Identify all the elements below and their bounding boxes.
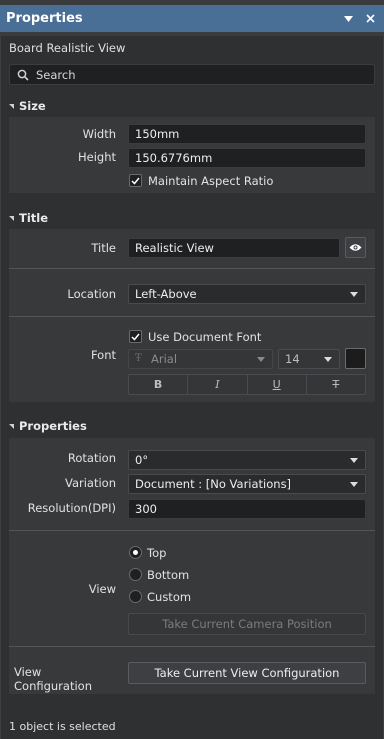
- rotation-dropdown[interactable]: 0°: [128, 450, 366, 470]
- font-label: Font: [90, 348, 116, 362]
- radio-selected-dot: [133, 550, 138, 555]
- collapse-triangle-icon: [9, 103, 14, 109]
- font-color-swatch[interactable]: [345, 348, 366, 369]
- view-configuration-label: View Configuration: [14, 665, 92, 693]
- object-type-label: Board Realistic View: [9, 41, 126, 55]
- location-label: Location: [67, 287, 116, 301]
- width-field[interactable]: 150mm: [128, 124, 366, 144]
- rotation-label: Rotation: [67, 451, 116, 465]
- chevron-down-icon: [257, 357, 265, 362]
- panel-title: Properties: [6, 11, 83, 26]
- take-view-configuration-button[interactable]: Take Current View Configuration: [128, 662, 366, 684]
- divider: [9, 268, 375, 269]
- take-camera-position-button[interactable]: Take Current Camera Position: [128, 613, 366, 635]
- close-icon[interactable]: [362, 11, 378, 27]
- size-section-label: Size: [19, 99, 46, 113]
- height-label: Height: [77, 150, 116, 164]
- width-label: Width: [82, 127, 116, 141]
- view-top-radio[interactable]: [129, 546, 142, 559]
- chevron-down-icon: [324, 357, 332, 362]
- variation-label: Variation: [64, 476, 116, 490]
- rotation-value: 0°: [135, 453, 149, 467]
- divider: [9, 530, 375, 531]
- panel-titlebar: Properties: [0, 0, 384, 36]
- divider: [9, 316, 375, 317]
- title-visibility-button[interactable]: [345, 237, 366, 258]
- view-bottom-label: Bottom: [147, 568, 190, 582]
- height-field[interactable]: 150.6776mm: [128, 148, 366, 168]
- variation-value: Document : [No Variations]: [135, 477, 292, 491]
- eye-icon: [349, 244, 362, 251]
- font-family-value: Arial: [151, 352, 178, 366]
- resolution-label: Resolution(DPI): [27, 501, 116, 515]
- search-icon: [17, 69, 29, 81]
- collapse-triangle-icon: [9, 423, 14, 429]
- title-label: Title: [91, 241, 116, 255]
- selection-status: 1 object is selected: [9, 720, 116, 733]
- use-document-font-label: Use Document Font: [148, 330, 262, 344]
- chevron-down-icon: [350, 292, 358, 297]
- title-section-label: Title: [19, 211, 49, 225]
- font-type-icon: Ŧ: [135, 353, 142, 364]
- font-style-toolbar: B I U T: [128, 374, 366, 395]
- strikethrough-button[interactable]: T: [307, 375, 365, 394]
- use-document-font-checkbox[interactable]: [129, 330, 142, 343]
- chevron-down-icon: [350, 458, 358, 463]
- title-field[interactable]: Realistic View: [128, 238, 340, 258]
- underline-button[interactable]: U: [248, 375, 307, 394]
- view-custom-label: Custom: [147, 590, 192, 604]
- italic-button[interactable]: I: [188, 375, 248, 394]
- view-top-label: Top: [147, 546, 167, 560]
- view-bottom-radio[interactable]: [129, 568, 142, 581]
- properties-section-header[interactable]: Properties: [9, 419, 87, 433]
- font-family-dropdown[interactable]: Ŧ Arial: [128, 349, 273, 369]
- panel-title-strip: Properties: [0, 5, 384, 32]
- font-size-value: 14: [285, 352, 300, 366]
- panel-menu-icon[interactable]: [340, 11, 356, 27]
- variation-dropdown[interactable]: Document : [No Variations]: [128, 474, 366, 494]
- properties-section-label: Properties: [19, 419, 87, 433]
- location-dropdown[interactable]: Left-Above: [128, 284, 366, 304]
- search-input[interactable]: [36, 67, 356, 82]
- title-section-header[interactable]: Title: [9, 211, 48, 225]
- search-box[interactable]: [9, 64, 375, 85]
- collapse-triangle-icon: [9, 215, 14, 221]
- bold-button[interactable]: B: [129, 375, 189, 394]
- maintain-aspect-checkbox[interactable]: [129, 174, 142, 187]
- location-value: Left-Above: [135, 287, 197, 301]
- checkmark-icon: [131, 177, 140, 185]
- divider: [9, 646, 375, 647]
- font-size-dropdown[interactable]: 14: [278, 349, 340, 369]
- resolution-field[interactable]: 300: [128, 499, 366, 519]
- view-label: View: [88, 582, 116, 596]
- view-custom-radio[interactable]: [129, 590, 142, 603]
- maintain-aspect-label: Maintain Aspect Ratio: [148, 174, 274, 188]
- checkmark-icon: [131, 333, 140, 341]
- size-section-header[interactable]: Size: [9, 99, 46, 113]
- chevron-down-icon: [350, 482, 358, 487]
